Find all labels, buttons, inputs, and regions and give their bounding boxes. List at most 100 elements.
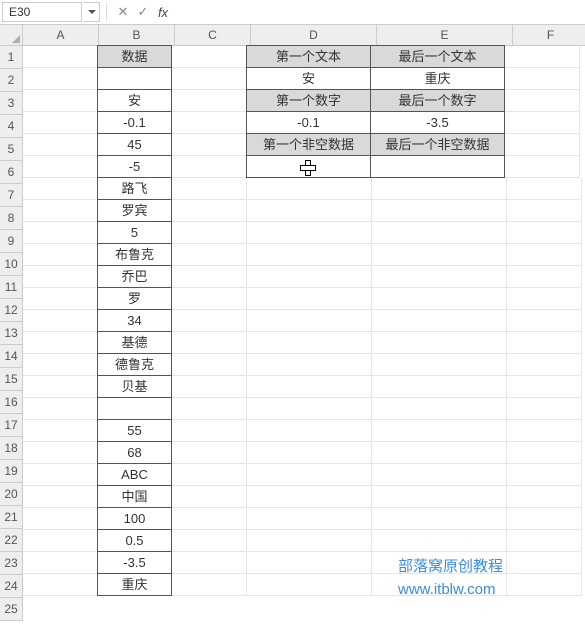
cell-C18[interactable] (172, 420, 247, 442)
row-header-13[interactable]: 13 (0, 322, 23, 345)
cell-F25[interactable] (507, 574, 582, 596)
cell-B20[interactable]: ABC (97, 463, 172, 486)
cell-B12[interactable]: 罗 (97, 287, 172, 310)
cell-E3[interactable]: 最后一个数字 (370, 89, 505, 112)
cell-F6[interactable] (505, 156, 580, 178)
cell-D3[interactable]: 第一个数字 (246, 89, 371, 112)
cell-B16[interactable]: 贝基 (97, 375, 172, 398)
cell-E7[interactable] (372, 178, 507, 200)
cell-B3[interactable]: 安 (97, 89, 172, 112)
cell-B8[interactable]: 罗宾 (97, 199, 172, 222)
cell-A15[interactable] (23, 354, 98, 376)
row-header-3[interactable]: 3 (0, 92, 23, 115)
row-header-23[interactable]: 23 (0, 552, 23, 575)
cell-C9[interactable] (172, 222, 247, 244)
cell-A10[interactable] (23, 244, 98, 266)
cell-F12[interactable] (507, 288, 582, 310)
cell-A6[interactable] (23, 156, 98, 178)
cell-A1[interactable] (23, 46, 98, 68)
cell-E5[interactable]: 最后一个非空数据 (370, 133, 505, 156)
cell-A12[interactable] (23, 288, 98, 310)
cell-B13[interactable]: 34 (97, 309, 172, 332)
row-header-6[interactable]: 6 (0, 161, 23, 184)
cell-B25[interactable]: 重庆 (97, 573, 172, 596)
cell-B14[interactable]: 基德 (97, 331, 172, 354)
cell-B19[interactable]: 68 (97, 441, 172, 464)
cell-D15[interactable] (247, 354, 372, 376)
cell-F17[interactable] (507, 398, 582, 420)
name-box[interactable]: E30 (2, 2, 82, 22)
cell-D21[interactable] (247, 486, 372, 508)
cell-C24[interactable] (172, 552, 247, 574)
cell-D24[interactable] (247, 552, 372, 574)
cell-C3[interactable] (172, 90, 247, 112)
cell-F4[interactable] (505, 112, 580, 134)
cell-F14[interactable] (507, 332, 582, 354)
cell-B24[interactable]: -3.5 (97, 551, 172, 574)
cell-F3[interactable] (505, 90, 580, 112)
cell-B5[interactable]: 45 (97, 133, 172, 156)
cell-E14[interactable] (372, 332, 507, 354)
cell-A7[interactable] (23, 178, 98, 200)
cell-E6[interactable] (370, 155, 505, 178)
row-header-17[interactable]: 17 (0, 414, 23, 437)
row-header-1[interactable]: 1 (0, 46, 23, 69)
cell-C11[interactable] (172, 266, 247, 288)
cell-F21[interactable] (507, 486, 582, 508)
column-header-B[interactable]: B (99, 25, 175, 46)
cell-A23[interactable] (23, 530, 98, 552)
cell-D8[interactable] (247, 200, 372, 222)
fx-button[interactable]: fx (153, 5, 173, 20)
row-header-21[interactable]: 21 (0, 506, 23, 529)
cell-D18[interactable] (247, 420, 372, 442)
cell-E12[interactable] (372, 288, 507, 310)
cell-F16[interactable] (507, 376, 582, 398)
cell-D4[interactable]: -0.1 (246, 111, 371, 134)
cell-E1[interactable]: 最后一个文本 (370, 45, 505, 68)
cell-F1[interactable] (505, 46, 580, 68)
cell-D9[interactable] (247, 222, 372, 244)
formula-input[interactable] (173, 1, 585, 23)
cell-C21[interactable] (172, 486, 247, 508)
column-header-A[interactable]: A (23, 25, 99, 46)
cell-F11[interactable] (507, 266, 582, 288)
select-all-corner[interactable] (0, 25, 23, 46)
cell-C5[interactable] (172, 134, 247, 156)
cell-C12[interactable] (172, 288, 247, 310)
cell-B1[interactable]: 数据 (97, 45, 172, 68)
cell-E17[interactable] (372, 398, 507, 420)
row-header-4[interactable]: 4 (0, 115, 23, 138)
cell-B21[interactable]: 中国 (97, 485, 172, 508)
row-header-10[interactable]: 10 (0, 253, 23, 276)
cell-B7[interactable]: 路飞 (97, 177, 172, 200)
cell-F15[interactable] (507, 354, 582, 376)
cell-E4[interactable]: -3.5 (370, 111, 505, 134)
cell-C8[interactable] (172, 200, 247, 222)
cell-B18[interactable]: 55 (97, 419, 172, 442)
cell-A17[interactable] (23, 398, 98, 420)
cell-C19[interactable] (172, 442, 247, 464)
cell-F22[interactable] (507, 508, 582, 530)
cell-B4[interactable]: -0.1 (97, 111, 172, 134)
cell-B11[interactable]: 乔巴 (97, 265, 172, 288)
confirm-button[interactable]: ✓ (133, 4, 153, 20)
cell-B2[interactable] (97, 67, 172, 90)
cell-F7[interactable] (507, 178, 582, 200)
cell-B6[interactable]: -5 (97, 155, 172, 178)
cell-F10[interactable] (507, 244, 582, 266)
cell-D25[interactable] (247, 574, 372, 596)
cell-D7[interactable] (247, 178, 372, 200)
cell-E10[interactable] (372, 244, 507, 266)
row-header-5[interactable]: 5 (0, 138, 23, 161)
row-header-8[interactable]: 8 (0, 207, 23, 230)
row-header-12[interactable]: 12 (0, 299, 23, 322)
column-header-E[interactable]: E (377, 25, 513, 46)
cell-C4[interactable] (172, 112, 247, 134)
cell-E23[interactable] (372, 530, 507, 552)
column-header-C[interactable]: C (175, 25, 251, 46)
row-header-16[interactable]: 16 (0, 391, 23, 414)
cell-D19[interactable] (247, 442, 372, 464)
row-header-14[interactable]: 14 (0, 345, 23, 368)
cell-F5[interactable] (505, 134, 580, 156)
cell-E20[interactable] (372, 464, 507, 486)
